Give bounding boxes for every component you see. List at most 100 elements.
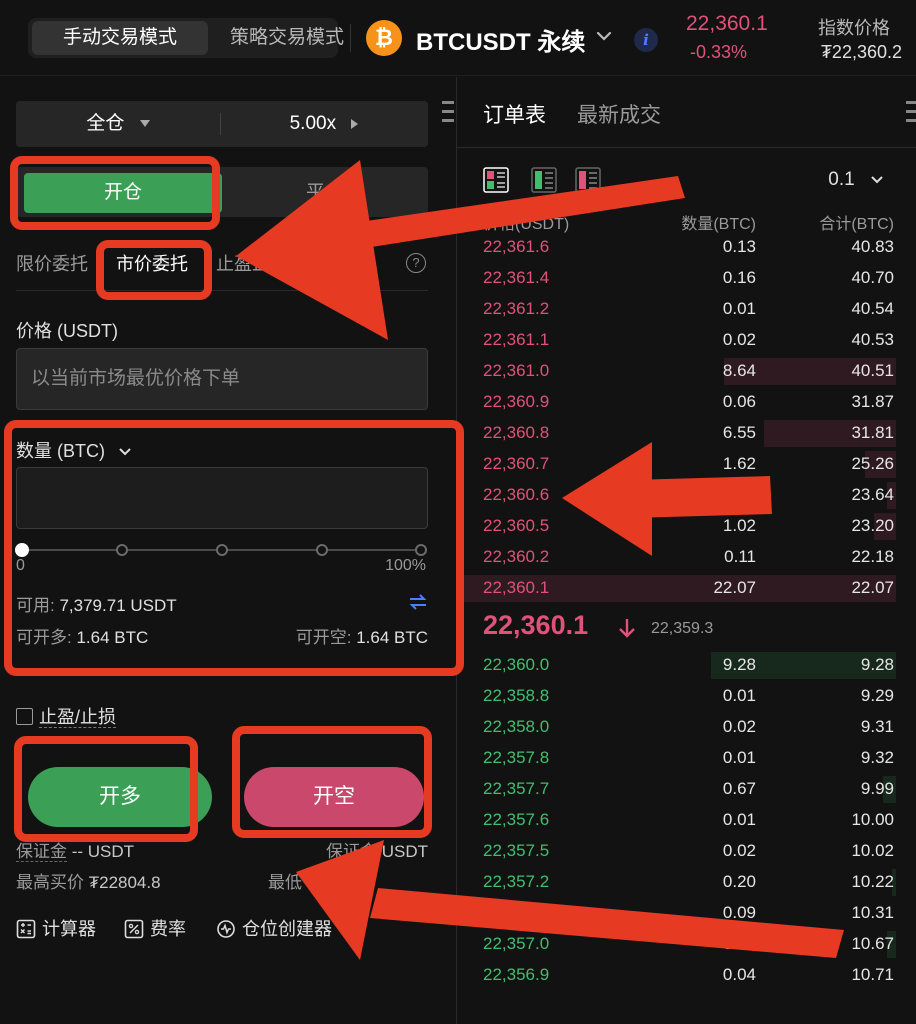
price-cell: 22,360.9 <box>483 392 550 411</box>
max-buy-label: 最高买价 <box>16 873 84 892</box>
leverage-selector[interactable]: 5.00x <box>221 101 428 147</box>
column-header-quantity: 数量(BTC) <box>681 216 756 233</box>
tp-sl-checkbox[interactable]: 止盈/止损 <box>16 703 117 729</box>
info-icon[interactable]: i <box>634 28 658 52</box>
ask-row[interactable]: 22,360.1 22.07 22.07 <box>456 573 916 604</box>
tab-recent-trades[interactable]: 最新成交 <box>577 99 661 129</box>
bid-row[interactable]: 22,357.2 0.20 10.22 <box>457 867 916 898</box>
bid-row[interactable]: 22,360.0 9.28 9.28 <box>457 650 916 681</box>
total-cell: 10.67 <box>851 934 894 953</box>
menu-icon[interactable] <box>442 101 454 125</box>
ask-row[interactable]: 22,360.6 0.44 23.64 <box>457 480 916 511</box>
quantity-cell: 0.01 <box>722 686 756 705</box>
ask-row[interactable]: 22,361.4 0.16 40.70 <box>457 263 916 294</box>
price-label: 价格 (USDT) <box>16 321 118 341</box>
total-cell: 23.64 <box>851 485 894 504</box>
ask-rows: 22,361.6 0.13 40.83 22,361.4 0.16 40.70 22,361… <box>456 232 916 604</box>
tools-row: 计算器 费率 仓位创建器 <box>16 917 436 943</box>
total-cell: 9.32 <box>860 748 894 767</box>
total-cell: 40.70 <box>851 268 894 287</box>
bid-row[interactable]: 22,358.0 0.02 9.31 <box>457 712 916 743</box>
bid-row[interactable]: 22,357.1 0.09 10.31 <box>457 898 916 929</box>
view-both-icon[interactable] <box>483 167 509 193</box>
total-cell: 10.22 <box>851 872 894 891</box>
bid-row[interactable]: 22,357.8 0.01 9.32 <box>457 743 916 774</box>
symbol-selector[interactable]: BTCUSDT 永续 <box>416 22 585 57</box>
quantity-cell: 0.02 <box>722 330 756 349</box>
ask-row[interactable]: 22,360.7 1.62 25.26 <box>457 449 916 480</box>
bid-row[interactable]: 22,357.5 0.02 10.02 <box>457 836 916 867</box>
chevron-down-icon[interactable] <box>594 26 614 46</box>
view-bids-icon[interactable] <box>531 167 557 193</box>
quantity-cell: 0.44 <box>722 485 756 504</box>
quantity-cell: 0.04 <box>722 965 756 984</box>
close-position-tab[interactable]: 平仓 <box>222 173 428 213</box>
ask-row[interactable]: 22,361.1 0.02 40.53 <box>457 325 916 356</box>
fee-rate-tool[interactable]: 费率 <box>124 917 186 941</box>
percent-icon <box>124 919 144 939</box>
strategy-mode-tab[interactable]: 策略交易模式 <box>214 21 360 55</box>
bid-row[interactable]: 22,357.7 0.67 9.99 <box>457 774 916 805</box>
price-cell: 22,357.8 <box>483 748 550 767</box>
view-asks-icon[interactable] <box>575 167 601 193</box>
ask-row[interactable]: 22,360.8 6.55 31.81 <box>457 418 916 449</box>
price-cell: 22,361.4 <box>483 268 550 287</box>
total-cell: 9.29 <box>860 686 894 705</box>
total-cell: 10.31 <box>851 903 894 922</box>
quantity-cell: 0.11 <box>724 547 756 566</box>
annotation-box-market <box>96 240 212 300</box>
quantity-cell: 1.02 <box>722 516 756 535</box>
ask-row[interactable]: 22,360.5 1.02 23.20 <box>457 511 916 542</box>
top-bar: 手动交易模式 策略交易模式 ₿ BTCUSDT 永续 i 22,360.1 -0… <box>0 0 916 76</box>
ask-row[interactable]: 22,361.6 0.13 40.83 <box>457 232 916 263</box>
bid-row[interactable]: 22,358.8 0.01 9.29 <box>457 681 916 712</box>
total-cell: 10.02 <box>851 841 894 860</box>
bid-row[interactable]: 22,357.6 0.01 10.00 <box>457 805 916 836</box>
tab-orderbook[interactable]: 订单表 <box>483 99 546 129</box>
column-header-price: 价格(USDT) <box>483 216 570 233</box>
quantity-cell: 0.67 <box>722 779 756 798</box>
ask-row[interactable]: 22,360.2 0.11 22.18 <box>457 542 916 573</box>
quantity-cell: 0.13 <box>722 237 756 256</box>
total-cell: 9.31 <box>860 717 894 736</box>
tab-limit-order[interactable]: 限价委托 <box>16 249 88 279</box>
fee-rate-label: 费率 <box>150 919 186 939</box>
menu-icon[interactable] <box>906 101 916 128</box>
divider <box>457 147 916 148</box>
annotation-box-short <box>232 726 432 838</box>
quantity-cell: 0.20 <box>722 872 756 891</box>
price-input[interactable] <box>16 348 428 410</box>
index-price-label: 指数价格 <box>818 18 890 38</box>
calculator-tool[interactable]: 计算器 <box>16 917 96 941</box>
margin-mode-selector[interactable]: 全仓 <box>16 101 220 147</box>
tab-tp-sl-order[interactable]: 止盈止损 <box>216 249 288 279</box>
ask-row[interactable]: 22,361.0 8.64 40.51 <box>457 356 916 387</box>
bid-row[interactable]: 22,356.9 0.04 10.71 <box>457 960 916 991</box>
chevron-down-icon <box>871 176 883 184</box>
position-builder-tool[interactable]: 仓位创建器 <box>216 917 332 941</box>
annotation-box-long <box>14 736 198 842</box>
order-type-tabs: 限价委托 市价委托 止盈止损 ? <box>16 249 428 279</box>
price-cell: 22,361.1 <box>483 330 550 349</box>
quantity-cell: 0.01 <box>722 748 756 767</box>
quantity-cell: 22.07 <box>713 578 756 597</box>
price-cell: 22,358.8 <box>483 686 550 705</box>
ask-row[interactable]: 22,360.9 0.06 31.87 <box>457 387 916 418</box>
help-icon[interactable]: ? <box>406 253 426 273</box>
column-header-total: 合计(BTC) <box>819 216 894 233</box>
index-price-value: ₮22,360.2 <box>820 42 902 62</box>
total-cell: 10.71 <box>851 965 894 984</box>
manual-mode-tab[interactable]: 手动交易模式 <box>32 21 208 55</box>
ask-row[interactable]: 22,361.2 0.01 40.54 <box>457 294 916 325</box>
long-margin-value: -- USDT <box>71 842 135 861</box>
tp-sl-label: 止盈/止损 <box>39 707 117 728</box>
total-cell: 23.20 <box>851 516 894 535</box>
price-cell: 22,361.0 <box>483 361 550 380</box>
price-cell: 22,360.8 <box>483 423 550 442</box>
divider <box>16 290 428 291</box>
price-cell: 22,361.6 <box>483 237 550 256</box>
bid-row[interactable]: 22,357.0 0.36 10.67 <box>457 929 916 960</box>
precision-selector[interactable]: 0.1 <box>828 169 884 191</box>
quantity-cell: 0.06 <box>722 392 756 411</box>
price-cell: 22,357.5 <box>483 841 550 860</box>
